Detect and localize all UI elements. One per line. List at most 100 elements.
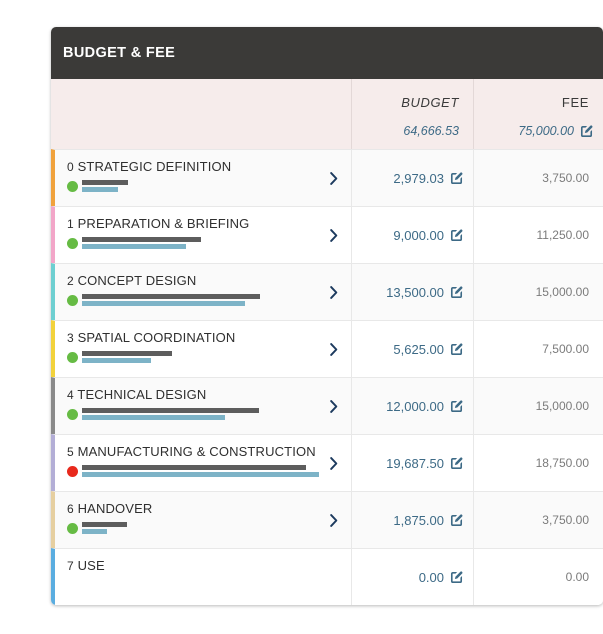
budget-fee-table: BUDGET 64,666.53 FEE 75,000.00 0 STRATEG…	[51, 79, 603, 605]
fee-cell: 3,750.00	[473, 491, 603, 548]
table-row[interactable]: 0 STRATEGIC DEFINITION	[51, 149, 351, 206]
row-number: 4	[67, 388, 74, 402]
edit-icon[interactable]	[450, 513, 463, 527]
row-title: 3 SPATIAL COORDINATION	[67, 330, 351, 345]
fee-value: 3,750.00	[542, 171, 589, 185]
budget-cell: 5,625.00	[351, 320, 473, 377]
budget-cell: 13,500.00	[351, 263, 473, 320]
colhead-budget-label: BUDGET	[401, 95, 459, 110]
table-row[interactable]: 1 PREPARATION & BRIEFING	[51, 206, 351, 263]
budget-cell: 12,000.00	[351, 377, 473, 434]
budget-cell: 0.00	[351, 548, 473, 605]
fee-cell: 11,250.00	[473, 206, 603, 263]
fee-cell: 7,500.00	[473, 320, 603, 377]
row-title: 5 MANUFACTURING & CONSTRUCTION	[67, 444, 351, 459]
progress-bar-gray	[82, 294, 260, 299]
fee-value: 15,000.00	[535, 399, 589, 413]
chevron-right-icon[interactable]	[325, 341, 341, 357]
row-progress	[67, 294, 351, 306]
progress-bar-gray	[82, 180, 128, 185]
budget-value: 5,625.00	[393, 341, 444, 357]
table-row[interactable]: 4 TECHNICAL DESIGN	[51, 377, 351, 434]
progress-bars	[82, 351, 172, 363]
status-dot-green	[67, 237, 78, 249]
row-title: 2 CONCEPT DESIGN	[67, 273, 351, 288]
budget-value: 9,000.00	[393, 227, 444, 243]
table-row[interactable]: 3 SPATIAL COORDINATION	[51, 320, 351, 377]
edit-icon[interactable]	[450, 228, 463, 242]
row-name: STRATEGIC DEFINITION	[77, 159, 232, 174]
page-title: BUDGET & FEE	[63, 45, 176, 61]
progress-bar-gray	[82, 408, 259, 413]
status-dot-green	[67, 522, 78, 534]
row-title: 1 PREPARATION & BRIEFING	[67, 216, 351, 231]
edit-icon[interactable]	[450, 285, 463, 299]
colhead-spacer	[51, 79, 351, 149]
progress-bar-blue	[82, 244, 186, 249]
status-dot-red	[67, 465, 78, 477]
progress-bar-gray	[82, 237, 201, 242]
row-number: 3	[67, 331, 74, 345]
chevron-right-icon[interactable]	[325, 398, 341, 414]
progress-bar-blue	[82, 301, 245, 306]
row-progress	[67, 522, 351, 534]
table-row[interactable]: 7 USE	[51, 548, 351, 605]
row-name: USE	[77, 558, 105, 573]
progress-bar-blue	[82, 415, 225, 420]
colhead-fee: FEE 75,000.00	[473, 79, 603, 149]
colhead-budget: BUDGET 64,666.53	[351, 79, 473, 149]
budget-cell: 19,687.50	[351, 434, 473, 491]
table-row[interactable]: 6 HANDOVER	[51, 491, 351, 548]
progress-bars	[82, 408, 259, 420]
table-row[interactable]: 2 CONCEPT DESIGN	[51, 263, 351, 320]
edit-icon[interactable]	[450, 171, 463, 185]
row-progress	[67, 465, 351, 477]
row-number: 7	[67, 559, 74, 573]
edit-icon[interactable]	[450, 399, 463, 413]
screen: BUDGET & FEE BUDGET 64,666.53 FEE 75,000…	[0, 0, 603, 634]
chevron-right-icon[interactable]	[325, 512, 341, 528]
progress-bar-blue	[82, 358, 151, 363]
edit-icon[interactable]	[450, 570, 463, 584]
colhead-fee-label: FEE	[561, 95, 589, 110]
row-name: SPATIAL COORDINATION	[77, 330, 236, 345]
budget-cell: 9,000.00	[351, 206, 473, 263]
edit-icon[interactable]	[450, 456, 463, 470]
row-number: 1	[67, 217, 74, 231]
row-title: 0 STRATEGIC DEFINITION	[67, 159, 351, 174]
budget-value: 19,687.50	[386, 455, 444, 471]
progress-bar-blue	[82, 529, 107, 534]
row-name: TECHNICAL DESIGN	[77, 387, 207, 402]
colhead-fee-total: 75,000.00	[518, 124, 593, 138]
budget-cell: 1,875.00	[351, 491, 473, 548]
row-progress	[67, 180, 351, 192]
colhead-budget-total: 64,666.53	[403, 124, 459, 138]
status-dot-green	[67, 351, 78, 363]
fee-cell: 0.00	[473, 548, 603, 605]
chevron-right-icon[interactable]	[325, 455, 341, 471]
progress-bar-blue	[82, 472, 319, 477]
fee-value: 3,750.00	[542, 513, 589, 527]
row-number: 6	[67, 502, 74, 516]
chevron-right-icon[interactable]	[325, 227, 341, 243]
chevron-right-icon[interactable]	[325, 284, 341, 300]
progress-bar-gray	[82, 465, 306, 470]
row-title: 6 HANDOVER	[67, 501, 351, 516]
table-row[interactable]: 5 MANUFACTURING & CONSTRUCTION	[51, 434, 351, 491]
progress-bars	[82, 294, 260, 306]
row-number: 5	[67, 445, 74, 459]
budget-value: 2,979.03	[393, 170, 444, 186]
progress-bars	[82, 465, 319, 477]
edit-icon[interactable]	[580, 124, 593, 138]
row-number: 0	[67, 160, 74, 174]
fee-value: 15,000.00	[535, 285, 589, 299]
fee-value: 18,750.00	[535, 456, 589, 470]
progress-bars	[82, 180, 128, 192]
row-name: HANDOVER	[77, 501, 153, 516]
row-name: CONCEPT DESIGN	[77, 273, 197, 288]
chevron-right-icon[interactable]	[325, 170, 341, 186]
row-title: 4 TECHNICAL DESIGN	[67, 387, 351, 402]
status-dot-green	[67, 180, 78, 192]
row-progress	[67, 408, 351, 420]
edit-icon[interactable]	[450, 342, 463, 356]
